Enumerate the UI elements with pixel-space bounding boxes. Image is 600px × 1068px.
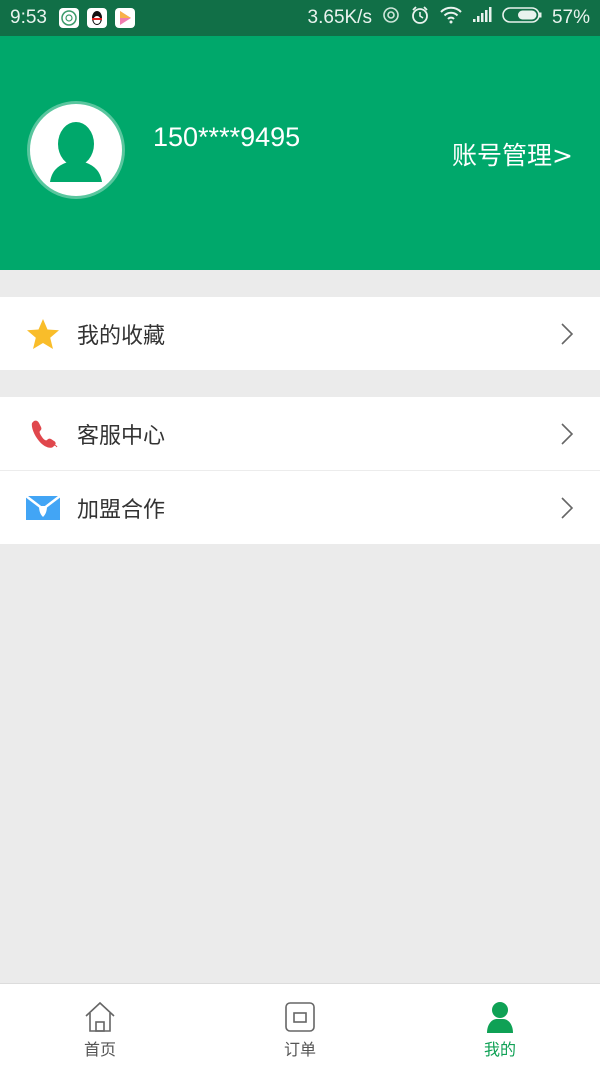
chevron-right-icon (561, 322, 574, 345)
envelope-icon (26, 491, 60, 525)
chevron-right-icon (561, 496, 574, 519)
menu-item-favorites[interactable]: 我的收藏 (0, 297, 600, 370)
chevron-right-icon (561, 422, 574, 445)
battery-icon (502, 6, 542, 30)
account-management-link[interactable]: 账号管理> (452, 136, 573, 172)
phone-icon (26, 417, 60, 451)
hotspot-icon (382, 6, 400, 30)
tab-orders[interactable]: 订单 (200, 984, 400, 1068)
wifi-icon (440, 6, 462, 30)
star-icon (26, 317, 60, 351)
tab-label: 订单 (283, 1040, 316, 1059)
play-store-icon (114, 8, 135, 28)
menu-group-favorites: 我的收藏 (0, 297, 600, 370)
menu-group-support: 客服中心 加盟合作 (0, 397, 600, 544)
menu-item-label: 加盟合作 (77, 497, 166, 523)
bottom-tab-bar: 首页 订单 我的 (0, 983, 600, 1068)
menu-item-customer-service[interactable]: 客服中心 (0, 397, 600, 470)
home-icon (85, 1001, 115, 1032)
menu-item-franchise[interactable]: 加盟合作 (0, 470, 600, 544)
alarm-icon (410, 5, 430, 31)
tab-label: 我的 (483, 1040, 516, 1059)
user-silhouette-icon (50, 122, 102, 182)
status-bar: 9:53 3.65K/s 57% (0, 0, 600, 36)
tab-mine[interactable]: 我的 (400, 984, 600, 1068)
profile-icon (487, 1002, 513, 1033)
menu-item-label: 我的收藏 (77, 323, 166, 349)
tab-label: 首页 (83, 1040, 116, 1059)
signal-icon (472, 7, 492, 29)
menu-item-label: 客服中心 (77, 423, 166, 449)
avatar[interactable] (30, 104, 122, 196)
tab-home[interactable]: 首页 (0, 984, 200, 1068)
status-time: 9:53 (10, 7, 47, 28)
order-icon (285, 1002, 315, 1032)
phone-number: 150****9495 (153, 122, 301, 152)
battery-percent: 57% (551, 7, 590, 28)
wechat-moments-icon (58, 8, 79, 28)
network-speed: 3.65K/s (307, 7, 372, 28)
qq-icon (86, 8, 107, 28)
profile-header: 150****9495 账号管理> (0, 36, 600, 270)
